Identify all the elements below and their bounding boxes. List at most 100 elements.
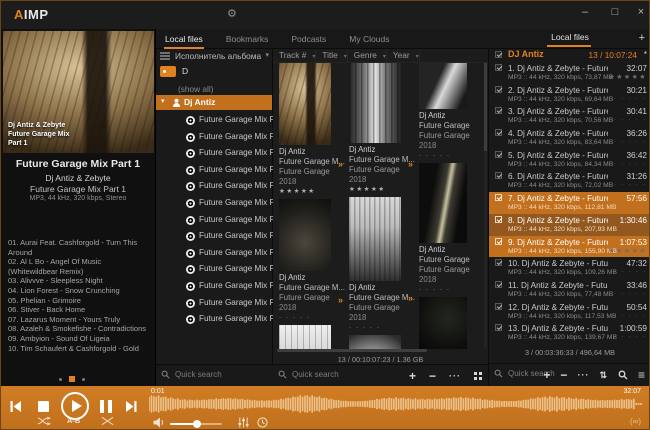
next-button[interactable] xyxy=(125,400,138,413)
track-row-rating[interactable]: · · · · · xyxy=(614,312,647,319)
track-row-rating[interactable]: · · · · · xyxy=(614,181,647,188)
track-checkbox[interactable] xyxy=(495,151,502,158)
album-cell[interactable]: » xyxy=(349,335,413,349)
column-header[interactable]: Title▾ xyxy=(316,49,347,62)
album-cell[interactable]: Dj Antiz Future Garage M... Future Garag… xyxy=(349,63,413,194)
track-row-rating[interactable]: · · · · · xyxy=(614,160,647,167)
column-header[interactable]: Year▾ xyxy=(387,49,420,62)
playlist-group-header[interactable]: DJ Antiz 13 / 10:07:24 * xyxy=(489,49,650,61)
close-button[interactable]: × xyxy=(633,6,649,18)
tree-album-item[interactable]: Future Garage Mix Part 14 xyxy=(156,296,272,313)
page-indicator[interactable] xyxy=(59,376,85,382)
track-row-rating[interactable]: ★★★★★ xyxy=(609,73,647,81)
waveform-seekbar[interactable] xyxy=(149,394,643,414)
playlist-tab[interactable]: Local files xyxy=(489,32,650,42)
source-tab[interactable]: My Clouds xyxy=(348,31,390,47)
playlist-track-row[interactable]: 3. Dj Antiz & Zebyte - Future Garage ...… xyxy=(489,105,650,127)
track-checkbox[interactable] xyxy=(495,238,502,245)
album-cell[interactable]: Dj Antiz Future Garage Future Garage 201… xyxy=(419,63,479,160)
letter-badge[interactable] xyxy=(160,66,176,77)
stop-button[interactable] xyxy=(38,401,49,412)
playlist-track-row[interactable]: 2. Dj Antiz & Zebyte - Future Garage ...… xyxy=(489,84,650,106)
track-row-rating[interactable]: ★★★★★ xyxy=(609,247,647,255)
track-checkbox[interactable] xyxy=(495,259,502,266)
tree-album-item[interactable]: Future Garage Mix Part 6 xyxy=(156,179,272,196)
album-rating[interactable]: · · · · · xyxy=(419,285,479,294)
album-cell[interactable]: » xyxy=(279,325,343,349)
track-checkbox[interactable] xyxy=(495,194,502,201)
pause-button[interactable] xyxy=(100,400,112,413)
group-checkbox[interactable] xyxy=(495,51,502,58)
tree-album-item[interactable]: Future Garage Mix Part 10 xyxy=(156,246,272,263)
album-rating[interactable]: ★★★★★ xyxy=(349,185,413,194)
grouping-title[interactable]: Исполнитель альбома - ... xyxy=(175,51,261,61)
letter-group-row[interactable]: D xyxy=(156,65,272,79)
title-bar[interactable]: AIMP ⚙ – □ × xyxy=(1,1,649,29)
tree-artist-row[interactable]: ▾ Dj Antiz xyxy=(156,95,272,110)
view-mode-icon[interactable] xyxy=(474,372,482,380)
remove-button[interactable]: − xyxy=(560,370,567,380)
album-cover[interactable] xyxy=(419,297,467,349)
tree-album-item[interactable]: Future Garage Mix Part 1 xyxy=(156,113,272,130)
playlist-track-row[interactable]: 1. Dj Antiz & Zebyte - Future Garage ...… xyxy=(489,62,650,84)
expand-chevron-icon[interactable]: » xyxy=(408,293,413,303)
album-cover[interactable] xyxy=(419,163,467,243)
expand-chevron-icon[interactable]: » xyxy=(408,159,413,169)
album-rating[interactable]: ★★★★★ xyxy=(279,187,343,196)
add-playlist-button[interactable]: + xyxy=(639,32,645,44)
volume-slider-knob[interactable] xyxy=(193,420,201,428)
more-button[interactable]: ··· xyxy=(577,370,589,380)
album-cover[interactable] xyxy=(349,63,401,143)
column-header[interactable]: Track #▾ xyxy=(273,49,316,62)
minimize-button[interactable]: – xyxy=(577,6,593,18)
track-checkbox[interactable] xyxy=(495,129,502,136)
tree-album-item[interactable]: Future Garage Mix Part 3 xyxy=(156,146,272,163)
volume-icon[interactable] xyxy=(152,417,166,428)
tree-album-item[interactable]: Future Garage Mix Part 4 xyxy=(156,163,272,180)
source-tab[interactable]: Local files xyxy=(164,31,204,47)
playlist-track-row[interactable]: 8. Dj Antiz & Zebyte - Future Garage ...… xyxy=(489,214,650,236)
more-button[interactable]: ··· xyxy=(449,371,461,381)
track-row-rating[interactable]: · · · · · xyxy=(614,333,647,340)
filter-arrow-icon[interactable]: ▾ xyxy=(312,54,315,60)
page-dot-active[interactable] xyxy=(69,376,75,382)
menu-button[interactable]: ≡ xyxy=(638,370,645,380)
chevron-down-icon[interactable]: ▾ xyxy=(265,51,269,59)
album-cover[interactable] xyxy=(419,63,467,109)
column-header[interactable]: Genre▾ xyxy=(348,49,387,62)
track-checkbox[interactable] xyxy=(495,64,502,71)
add-button[interactable]: + xyxy=(409,371,416,381)
source-tab[interactable]: Bookmarks xyxy=(225,31,270,47)
show-all-link[interactable]: (show all) xyxy=(178,84,214,94)
track-checkbox[interactable] xyxy=(495,281,502,288)
playlist-track-row[interactable]: 5. Dj Antiz & Zebyte - Future Garage ...… xyxy=(489,149,650,171)
album-cell[interactable]: Dj Antiz Future Garage Future Garage 201… xyxy=(419,163,479,294)
track-checkbox[interactable] xyxy=(495,216,502,223)
album-cover[interactable] xyxy=(349,197,401,281)
remove-button[interactable]: − xyxy=(429,371,436,381)
crossfade-icon[interactable] xyxy=(101,416,114,426)
track-row-rating[interactable]: · · · · · xyxy=(614,203,647,210)
album-art[interactable]: Dj Antiz & Zebyte Future Garage Mix Part… xyxy=(3,31,154,153)
playlist-track-row[interactable]: 12. Dj Antiz & Zebyte - Future Garage ..… xyxy=(489,301,650,323)
maximize-button[interactable]: □ xyxy=(607,6,623,18)
filter-arrow-icon[interactable]: ▾ xyxy=(344,54,347,60)
hamburger-icon[interactable] xyxy=(160,52,170,60)
track-row-rating[interactable]: · · · · · xyxy=(614,290,647,297)
album-cell[interactable]: Dj Antiz Future Garage M... Future Garag… xyxy=(279,199,343,322)
album-cover[interactable] xyxy=(349,335,401,349)
playlist-track-row[interactable]: 11. Dj Antiz & Zebyte - Future Garage ..… xyxy=(489,279,650,301)
scrollbar-thumb[interactable] xyxy=(484,63,487,151)
track-row-rating[interactable]: · · · · · xyxy=(614,225,647,232)
settings-gear-icon[interactable]: ⚙ xyxy=(227,7,237,20)
track-row-rating[interactable]: · · · · · xyxy=(614,116,647,123)
track-row-rating[interactable]: · · · · · xyxy=(614,95,647,102)
album-cover[interactable] xyxy=(279,63,331,145)
page-dot[interactable] xyxy=(82,378,85,381)
track-row-rating[interactable]: · · · · · xyxy=(614,268,647,275)
track-checkbox[interactable] xyxy=(495,107,502,114)
album-rating[interactable]: · · · · · xyxy=(349,323,413,332)
shuffle-icon[interactable] xyxy=(37,416,52,426)
previous-button[interactable] xyxy=(9,400,22,413)
album-cell[interactable]: » xyxy=(419,297,479,349)
